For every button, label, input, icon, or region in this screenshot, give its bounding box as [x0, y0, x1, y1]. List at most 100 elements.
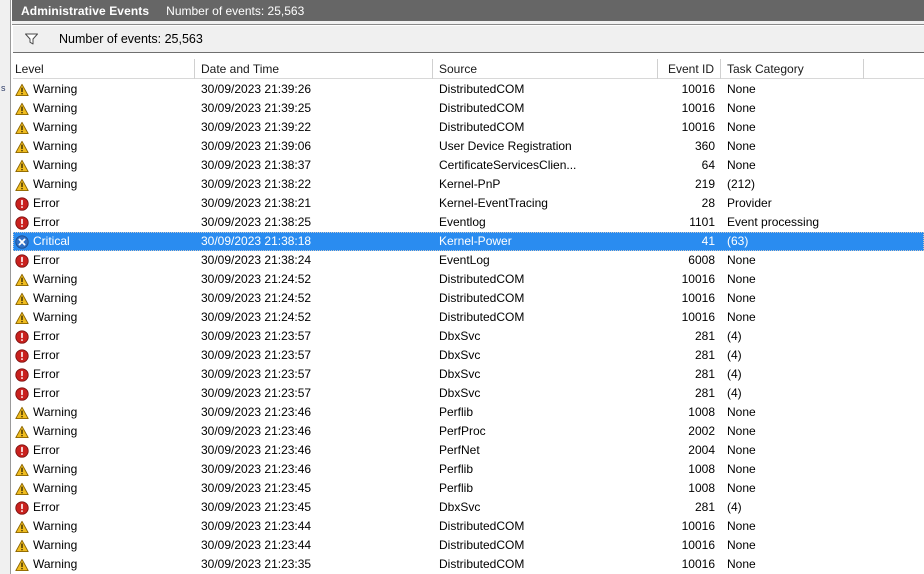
- column-header-row: Level Date and Time Source Event ID Task…: [13, 58, 924, 79]
- table-row[interactable]: Warning 30/09/2023 21:39:06 User Device Re…: [13, 137, 924, 156]
- cell-level: Error: [13, 365, 195, 384]
- table-row[interactable]: Warning 30/09/2023 21:24:52 DistributedCOM…: [13, 270, 924, 289]
- cell-event-id: 10016: [681, 557, 715, 571]
- cell-filler: [864, 137, 924, 156]
- table-row[interactable]: Warning 30/09/2023 21:23:45 Perflib 1008 Non…: [13, 479, 924, 498]
- level-label: Warning: [33, 158, 78, 172]
- cell-level: Warning: [13, 289, 195, 308]
- column-header-level[interactable]: Level: [13, 58, 195, 79]
- cell-task-category: None: [727, 120, 756, 134]
- level-label: Error: [33, 253, 60, 267]
- cell-level: Error: [13, 251, 195, 270]
- cell-event-id: 10016: [681, 101, 715, 115]
- cell-task-category: (4): [727, 500, 742, 514]
- cell-source: EventLog: [439, 253, 490, 267]
- event-list[interactable]: Warning 30/09/2023 21:39:26 DistributedCOM…: [13, 80, 924, 574]
- table-row[interactable]: Warning 30/09/2023 21:23:46 PerfProc 2002 No…: [13, 422, 924, 441]
- level-label: Error: [33, 500, 60, 514]
- cell-task-category: (4): [727, 348, 742, 362]
- cell-date-time: 30/09/2023 21:23:46: [201, 424, 312, 438]
- cell-event-id: 64: [701, 158, 715, 172]
- cell-level: Warning: [13, 99, 195, 118]
- table-row[interactable]: Warning 30/09/2023 21:24:52 DistributedCOM…: [13, 289, 924, 308]
- filter-funnel-icon: [17, 32, 45, 46]
- cell-filler: [864, 365, 924, 384]
- cell-level: Warning: [13, 479, 195, 498]
- table-row[interactable]: Warning 30/09/2023 21:38:37 CertificateSer…: [13, 156, 924, 175]
- cell-source: DistributedCOM: [439, 310, 525, 324]
- cell-date-time: 30/09/2023 21:38:22: [201, 177, 312, 191]
- column-header-event-id[interactable]: Event ID: [658, 58, 721, 79]
- cell-level: Warning: [13, 536, 195, 555]
- cell-filler: [864, 498, 924, 517]
- cell-event-id: 281: [694, 386, 715, 400]
- cell-date-time: 30/09/2023 21:23:44: [201, 538, 312, 552]
- cell-task-category: None: [727, 310, 756, 324]
- cell-date-time: 30/09/2023 21:38:21: [201, 196, 312, 210]
- cell-event-id: 2002: [688, 424, 715, 438]
- cell-date-time: 30/09/2023 21:23:45: [201, 500, 312, 514]
- cell-task-category: None: [727, 443, 756, 457]
- cell-filler: [864, 118, 924, 137]
- cell-event-id: 281: [694, 367, 715, 381]
- cell-level: Warning: [13, 137, 195, 156]
- table-row[interactable]: Error 30/09/2023 21:38:24 EventLog 6008 None: [13, 251, 924, 270]
- table-row[interactable]: Error 30/09/2023 21:38:25 Eventlog 1101 Even…: [13, 213, 924, 232]
- table-row[interactable]: Critical 30/09/2023 21:38:18 Kernel-Power 4…: [13, 232, 924, 251]
- cell-date-time: 30/09/2023 21:23:45: [201, 481, 312, 495]
- table-row[interactable]: Warning 30/09/2023 21:39:26 DistributedCOM…: [13, 80, 924, 99]
- column-header-source[interactable]: Source: [433, 58, 658, 79]
- cell-source: DbxSvc: [439, 348, 481, 362]
- table-row[interactable]: Error 30/09/2023 21:23:57 DbxSvc 281 (4): [13, 384, 924, 403]
- level-label: Warning: [33, 481, 78, 495]
- cell-date-time: 30/09/2023 21:23:46: [201, 462, 312, 476]
- table-row[interactable]: Error 30/09/2023 21:23:46 PerfNet 2004 None: [13, 441, 924, 460]
- column-header-filler: [864, 59, 924, 79]
- table-row[interactable]: Error 30/09/2023 21:23:45 DbxSvc 281 (4): [13, 498, 924, 517]
- table-row[interactable]: Warning 30/09/2023 21:24:52 DistributedCOM…: [13, 308, 924, 327]
- cell-source: DistributedCOM: [439, 538, 525, 552]
- cell-date-time: 30/09/2023 21:24:52: [201, 291, 312, 305]
- cell-date-time: 30/09/2023 21:24:52: [201, 310, 312, 324]
- column-header-task-category[interactable]: Task Category: [721, 58, 864, 79]
- table-row[interactable]: Warning 30/09/2023 21:23:44 DistributedCOM…: [13, 536, 924, 555]
- table-row[interactable]: Warning 30/09/2023 21:23:46 Perflib 1008 Non…: [13, 403, 924, 422]
- level-label: Error: [33, 348, 60, 362]
- table-row[interactable]: Warning 30/09/2023 21:23:44 DistributedCOM…: [13, 517, 924, 536]
- cell-source: Perflib: [439, 481, 474, 495]
- page-title: Administrative Events: [21, 3, 150, 18]
- filter-event-count-label: Number of events: 25,563: [59, 32, 203, 46]
- cell-source: CertificateServicesClien...: [439, 158, 577, 172]
- cell-event-id: 10016: [681, 272, 715, 286]
- cell-event-id: 10016: [681, 82, 715, 96]
- cell-source: Kernel-PnP: [439, 177, 501, 191]
- cell-level: Error: [13, 384, 195, 403]
- column-header-date[interactable]: Date and Time: [195, 58, 433, 79]
- filter-bar[interactable]: Number of events: 25,563: [13, 26, 924, 53]
- cell-task-category: None: [727, 519, 756, 533]
- cell-event-id: 219: [694, 177, 715, 191]
- cell-source: DistributedCOM: [439, 519, 525, 533]
- pane-titlebar: Administrative Events Number of events: …: [12, 0, 924, 21]
- table-row[interactable]: Warning 30/09/2023 21:23:35 DistributedCOM…: [13, 555, 924, 574]
- cell-event-id: 360: [694, 139, 715, 153]
- table-row[interactable]: Warning 30/09/2023 21:38:22 Kernel-PnP 219 (…: [13, 175, 924, 194]
- cell-level: Warning: [13, 403, 195, 422]
- level-label: Error: [33, 329, 60, 343]
- table-row[interactable]: Warning 30/09/2023 21:39:22 DistributedCOM…: [13, 118, 924, 137]
- cell-level: Warning: [13, 460, 195, 479]
- table-row[interactable]: Error 30/09/2023 21:38:21 Kernel-EventTrac…: [13, 194, 924, 213]
- cell-event-id: 41: [701, 234, 715, 248]
- cell-task-category: None: [727, 158, 756, 172]
- cell-date-time: 30/09/2023 21:39:22: [201, 120, 312, 134]
- cell-event-id: 281: [694, 329, 715, 343]
- table-row[interactable]: Error 30/09/2023 21:23:57 DbxSvc 281 (4): [13, 327, 924, 346]
- table-row[interactable]: Warning 30/09/2023 21:39:25 DistributedCOM…: [13, 99, 924, 118]
- cell-task-category: None: [727, 253, 756, 267]
- cell-filler: [864, 536, 924, 555]
- cell-source: DistributedCOM: [439, 272, 525, 286]
- cell-date-time: 30/09/2023 21:23:46: [201, 405, 312, 419]
- table-row[interactable]: Warning 30/09/2023 21:23:46 Perflib 1008 Non…: [13, 460, 924, 479]
- table-row[interactable]: Error 30/09/2023 21:23:57 DbxSvc 281 (4): [13, 365, 924, 384]
- table-row[interactable]: Error 30/09/2023 21:23:57 DbxSvc 281 (4): [13, 346, 924, 365]
